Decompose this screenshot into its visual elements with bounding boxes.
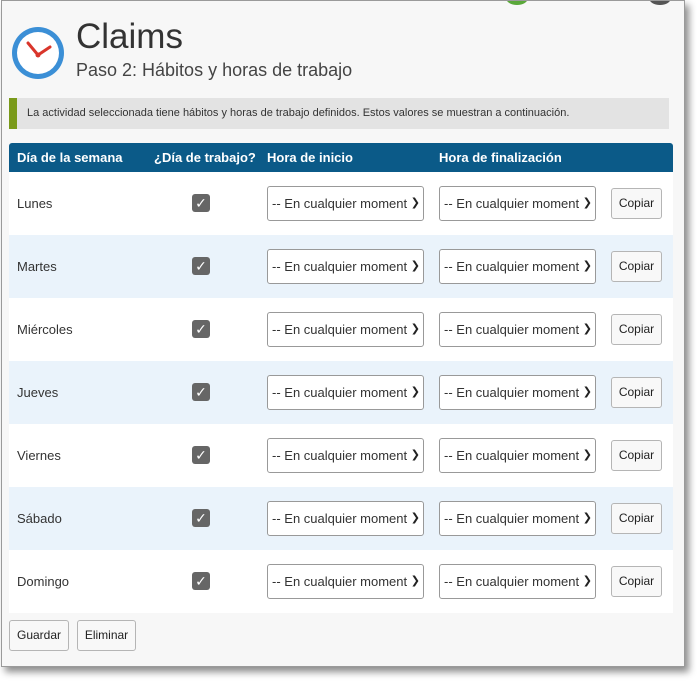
workday-checkbox[interactable]: ✓ bbox=[192, 383, 210, 401]
day-label: Lunes bbox=[17, 196, 53, 211]
copy-button[interactable]: Copiar bbox=[611, 440, 662, 471]
workday-checkbox[interactable]: ✓ bbox=[192, 257, 210, 275]
table-row: Lunes ✓ -- En cualquier moment ❯ -- En cu… bbox=[9, 172, 673, 235]
day-label: Sábado bbox=[17, 511, 62, 526]
column-header-start: Hora de inicio bbox=[267, 150, 353, 165]
workday-checkbox[interactable]: ✓ bbox=[192, 446, 210, 464]
workday-checkbox[interactable]: ✓ bbox=[192, 194, 210, 212]
end-time-select[interactable]: -- En cualquier moment ❯ bbox=[439, 375, 596, 410]
page-title: Claims bbox=[76, 17, 183, 56]
status-indicator-green bbox=[506, 1, 528, 5]
chevron-down-icon: ❯ bbox=[410, 386, 420, 398]
table-row: Viernes ✓ -- En cualquier moment ❯ -- En … bbox=[9, 424, 673, 487]
copy-button[interactable]: Copiar bbox=[611, 314, 662, 345]
table-row: Domingo ✓ -- En cualquier moment ❯ -- En … bbox=[9, 550, 673, 613]
chevron-down-icon: ❯ bbox=[582, 512, 592, 524]
copy-button[interactable]: Copiar bbox=[611, 188, 662, 219]
workday-checkbox[interactable]: ✓ bbox=[192, 572, 210, 590]
start-time-select[interactable]: -- En cualquier moment ❯ bbox=[267, 312, 424, 347]
copy-button[interactable]: Copiar bbox=[611, 251, 662, 282]
chevron-down-icon: ❯ bbox=[582, 386, 592, 398]
column-header-day: Día de la semana bbox=[17, 150, 123, 165]
table-row: Miércoles ✓ -- En cualquier moment ❯ -- E… bbox=[9, 298, 673, 361]
work-hours-table: Día de la semana ¿Día de trabajo? Hora d… bbox=[9, 143, 673, 613]
copy-button[interactable]: Copiar bbox=[611, 503, 662, 534]
workday-checkbox[interactable]: ✓ bbox=[192, 509, 210, 527]
chevron-down-icon: ❯ bbox=[410, 323, 420, 335]
chevron-down-icon: ❯ bbox=[582, 260, 592, 272]
copy-button[interactable]: Copiar bbox=[611, 566, 662, 597]
workday-checkbox[interactable]: ✓ bbox=[192, 320, 210, 338]
start-time-select[interactable]: -- En cualquier moment ❯ bbox=[267, 249, 424, 284]
end-time-select[interactable]: -- En cualquier moment ❯ bbox=[439, 501, 596, 536]
page-subtitle: Paso 2: Hábitos y horas de trabajo bbox=[76, 60, 353, 80]
chevron-down-icon: ❯ bbox=[582, 323, 592, 335]
table-row: Jueves ✓ -- En cualquier moment ❯ -- En c… bbox=[9, 361, 673, 424]
delete-button[interactable]: Eliminar bbox=[77, 620, 136, 651]
copy-button[interactable]: Copiar bbox=[611, 377, 662, 408]
status-indicator-dark bbox=[649, 1, 671, 5]
table-header: Día de la semana ¿Día de trabajo? Hora d… bbox=[9, 143, 673, 172]
end-time-select[interactable]: -- En cualquier moment ❯ bbox=[439, 249, 596, 284]
chevron-down-icon: ❯ bbox=[410, 449, 420, 461]
clock-icon bbox=[12, 27, 64, 79]
start-time-select[interactable]: -- En cualquier moment ❯ bbox=[267, 501, 424, 536]
end-time-select[interactable]: -- En cualquier moment ❯ bbox=[439, 186, 596, 221]
day-label: Jueves bbox=[17, 385, 59, 400]
table-row: Sábado ✓ -- En cualquier moment ❯ -- En c… bbox=[9, 487, 673, 550]
day-label: Viernes bbox=[17, 448, 61, 463]
column-header-workday: ¿Día de trabajo? bbox=[154, 150, 256, 165]
start-time-select[interactable]: -- En cualquier moment ❯ bbox=[267, 186, 424, 221]
column-header-end: Hora de finalización bbox=[439, 150, 562, 165]
day-label: Martes bbox=[17, 259, 57, 274]
table-row: Martes ✓ -- En cualquier moment ❯ -- En c… bbox=[9, 235, 673, 298]
claims-window: Claims Paso 2: Hábitos y horas de trabaj… bbox=[1, 0, 685, 667]
chevron-down-icon: ❯ bbox=[410, 512, 420, 524]
chevron-down-icon: ❯ bbox=[410, 575, 420, 587]
end-time-select[interactable]: -- En cualquier moment ❯ bbox=[439, 438, 596, 473]
page-header: Claims Paso 2: Hábitos y horas de trabaj… bbox=[10, 17, 670, 87]
start-time-select[interactable]: -- En cualquier moment ❯ bbox=[267, 564, 424, 599]
chevron-down-icon: ❯ bbox=[582, 449, 592, 461]
day-label: Domingo bbox=[17, 574, 70, 589]
end-time-select[interactable]: -- En cualquier moment ❯ bbox=[439, 564, 596, 599]
end-time-select[interactable]: -- En cualquier moment ❯ bbox=[439, 312, 596, 347]
chevron-down-icon: ❯ bbox=[410, 260, 420, 272]
chevron-down-icon: ❯ bbox=[582, 575, 592, 587]
day-label: Miércoles bbox=[17, 322, 73, 337]
chevron-down-icon: ❯ bbox=[582, 197, 592, 209]
chevron-down-icon: ❯ bbox=[410, 197, 420, 209]
start-time-select[interactable]: -- En cualquier moment ❯ bbox=[267, 438, 424, 473]
start-time-select[interactable]: -- En cualquier moment ❯ bbox=[267, 375, 424, 410]
info-message: La actividad seleccionada tiene hábitos … bbox=[9, 98, 669, 129]
save-button[interactable]: Guardar bbox=[9, 620, 69, 651]
